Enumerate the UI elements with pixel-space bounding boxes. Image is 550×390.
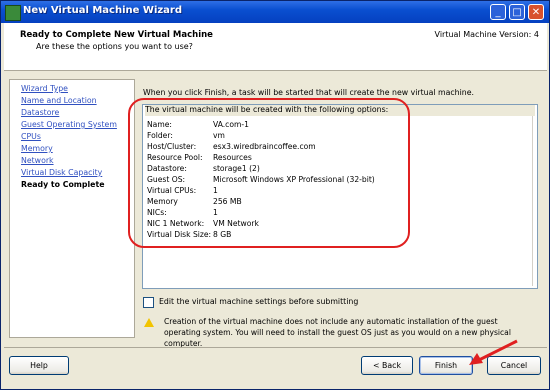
annotation-arrow-icon (469, 339, 518, 365)
wizard-window: New Virtual Machine Wizard _ □ ✕ Ready t… (0, 0, 550, 390)
